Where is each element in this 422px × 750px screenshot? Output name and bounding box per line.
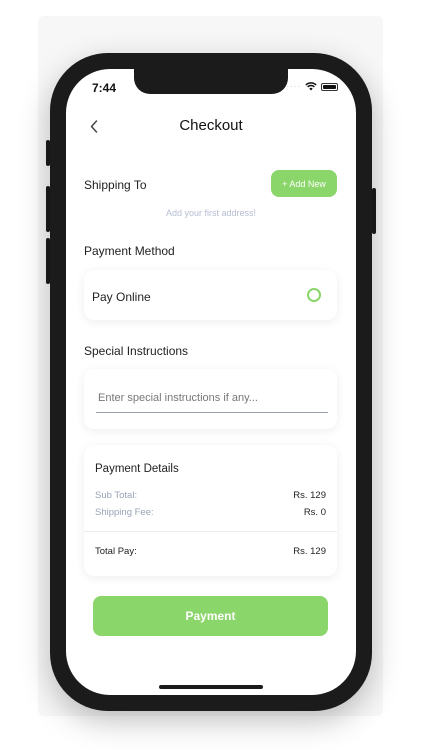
total-label: Total Pay: (95, 546, 137, 557)
shipping-fee-label: Shipping Fee: (95, 507, 154, 518)
details-divider (84, 531, 337, 532)
total-value: Rs. 129 (293, 546, 326, 557)
home-indicator (159, 685, 263, 689)
signal-icon: ···· (286, 81, 301, 91)
status-icons: ···· (286, 82, 338, 91)
subtotal-label: Sub Total: (95, 490, 138, 501)
total-row: Total Pay: Rs. 129 (95, 546, 326, 557)
shipping-fee-row: Shipping Fee: Rs. 0 (95, 507, 326, 518)
special-instructions-card (84, 369, 337, 429)
pay-online-label: Pay Online (92, 290, 151, 304)
pay-online-radio[interactable] (307, 288, 321, 302)
special-instructions-input[interactable] (96, 384, 328, 413)
shipping-to-label: Shipping To (84, 178, 147, 192)
payment-details-card: Payment Details Sub Total: Rs. 129 Shipp… (84, 445, 337, 576)
page-title: Checkout (179, 117, 243, 134)
wifi-icon (305, 82, 317, 91)
empty-address-hint: Add your first address! (165, 208, 257, 218)
status-time: 7:44 (92, 81, 117, 95)
special-instructions-label: Special Instructions (84, 344, 189, 358)
pay-online-option[interactable]: Pay Online (84, 270, 337, 320)
payment-details-title: Payment Details (95, 463, 179, 475)
payment-method-label: Payment Method (84, 244, 175, 258)
add-address-button[interactable]: + Add New (271, 170, 337, 197)
subtotal-value: Rs. 129 (293, 490, 326, 501)
app-screen: 7:44 ···· Checkout Shipping To + Add New… (66, 69, 356, 695)
phone-power-button (372, 188, 376, 234)
payment-button[interactable]: Payment (93, 596, 328, 636)
subtotal-row: Sub Total: Rs. 129 (95, 490, 326, 501)
battery-icon (321, 82, 338, 91)
shipping-fee-value: Rs. 0 (303, 507, 326, 518)
phone-notch (134, 69, 288, 94)
